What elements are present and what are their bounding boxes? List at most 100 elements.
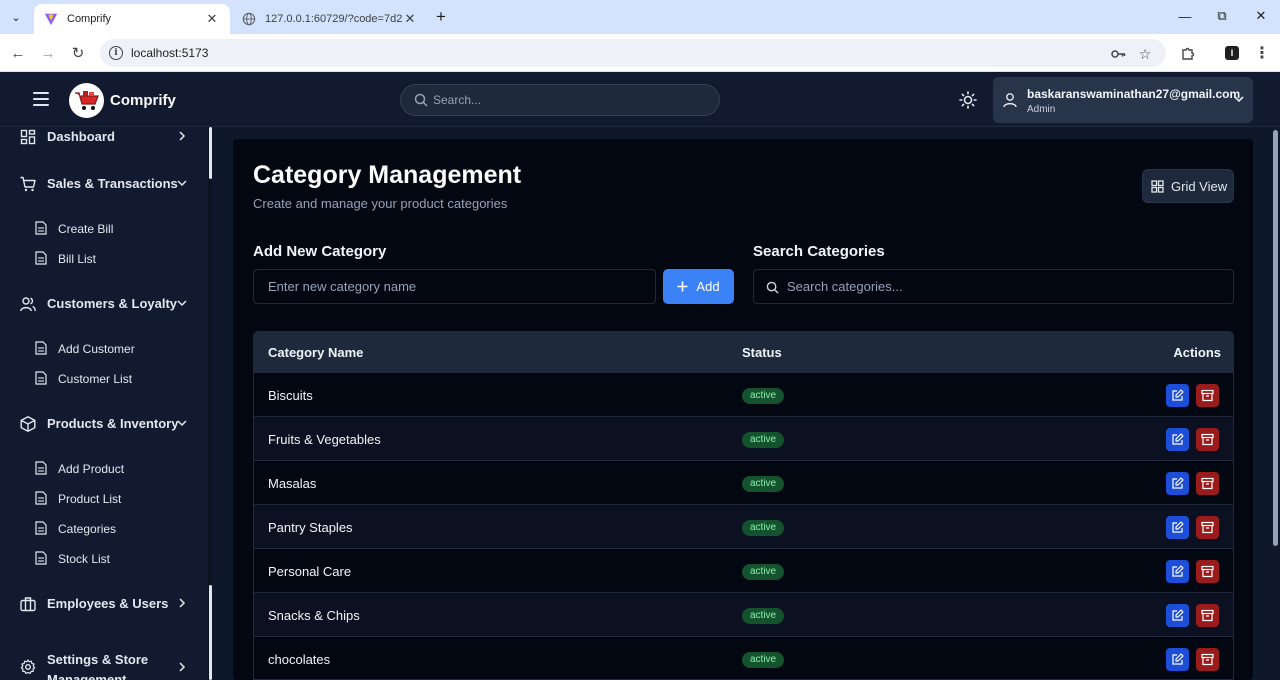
user-menu[interactable]: baskaranswaminathan27@gmail.com Admin [993,77,1253,123]
archive-button[interactable] [1196,472,1219,495]
menu-toggle-icon[interactable] [33,92,49,106]
edit-button[interactable] [1166,560,1189,583]
status-badge: active [742,432,785,448]
global-search[interactable] [400,84,720,116]
browser-tab-localhost-code[interactable]: 127.0.0.1:60729/?code=7d2514 ✕ [232,4,428,34]
add-button-label: Add [696,279,720,294]
edit-icon [1172,521,1184,533]
document-icon [35,341,47,355]
browser-menu-icon[interactable]: ⋮ [1252,43,1272,63]
status-badge: active [742,608,785,624]
sidebar-item-bill-list[interactable]: Bill List [0,248,210,270]
tab-title: Comprify [67,13,112,25]
tab-close-icon[interactable]: ✕ [204,11,220,27]
brand-name: Comprify [110,92,176,109]
sidebar-item-product-list[interactable]: Product List [0,488,210,510]
sidebar-item-add-customer[interactable]: Add Customer [0,338,210,360]
sidebar-item-categories[interactable]: Categories [0,518,210,540]
sidebar-group-customers[interactable]: Customers & Loyalty [0,291,210,317]
edit-button[interactable] [1166,604,1189,627]
dashboard-icon [20,129,36,145]
categories-table: Category Name Status Actions Biscuits act… [253,331,1234,680]
back-arrow-icon[interactable]: ← [7,42,29,64]
reload-icon[interactable]: ↻ [67,42,89,64]
sidebar-item-customer-list[interactable]: Customer List [0,368,210,390]
category-name: Masalas [268,476,317,491]
tab-title: 127.0.0.1:60729/?code=7d2514 [265,13,402,25]
user-avatar-icon [1003,93,1017,108]
sidebar-group-settings[interactable]: Settings & Store Management [0,647,210,680]
document-icon [35,221,47,235]
theme-toggle-sun-icon[interactable] [958,90,978,110]
archive-button[interactable] [1196,384,1219,407]
edit-button[interactable] [1166,516,1189,539]
sidebar-group-sales[interactable]: Sales & Transactions [0,171,210,197]
search-categories-input[interactable] [787,270,1227,303]
sidebar-group-label: Dashboard [47,129,115,144]
minimize-icon[interactable]: — [1170,6,1200,26]
browser-tab-comprify[interactable]: Comprify ✕ [34,4,230,34]
page-title: Category Management [253,161,522,189]
edit-icon [1172,433,1184,445]
sidebar-group-dashboard[interactable]: Dashboard [0,127,210,150]
table-row: Pantry Staples active [254,505,1233,549]
address-bar[interactable]: i localhost:5173 ☆ [100,39,1166,67]
sidebar-item-stock-list[interactable]: Stock List [0,548,210,570]
bookmark-star-icon[interactable]: ☆ [1137,46,1153,62]
forward-arrow-icon[interactable]: → [37,42,59,64]
extension-icon[interactable]: I [1222,43,1242,63]
archive-button[interactable] [1196,648,1219,671]
sidebar-group-label: Products & Inventory [47,416,179,431]
extensions-puzzle-icon[interactable] [1178,43,1198,63]
edit-icon [1172,609,1184,621]
user-email: baskaranswaminathan27@gmail.com [1027,87,1241,101]
table-row: Fruits & Vegetables active [254,417,1233,461]
edit-button[interactable] [1166,472,1189,495]
page-subtitle: Create and manage your product categorie… [253,196,508,211]
document-icon [35,521,47,535]
archive-button[interactable] [1196,516,1219,539]
sidebar-group-products[interactable]: Products & Inventory [0,411,210,437]
document-icon [35,251,47,265]
vite-favicon-icon [44,13,58,26]
close-window-icon[interactable]: ✕ [1246,6,1276,26]
sidebar-item-create-bill[interactable]: Create Bill [0,218,210,240]
archive-button[interactable] [1196,428,1219,451]
global-search-input[interactable] [433,85,703,115]
status-badge: active [742,388,785,404]
app-header: Comprify baskaranswaminathan27@gmail.com… [0,73,1280,127]
search-icon [414,93,428,107]
sidebar-item-label: Product List [58,492,122,506]
category-name: Pantry Staples [268,520,353,535]
archive-icon [1201,433,1214,446]
settings-label-line1: Settings & Store [47,652,149,667]
search-categories-box[interactable] [753,269,1234,304]
page-scrollbar-thumb[interactable] [1273,130,1278,546]
edit-button[interactable] [1166,384,1189,407]
restore-icon[interactable]: ⧉ [1207,6,1237,26]
site-info-icon[interactable]: i [109,46,123,60]
archive-icon [1201,521,1214,534]
archive-button[interactable] [1196,604,1219,627]
tab-close-icon[interactable]: ✕ [402,11,418,27]
column-header-name: Category Name [268,345,364,360]
password-key-icon[interactable] [1110,46,1126,62]
grid-view-button[interactable]: Grid View [1142,169,1234,203]
archive-button[interactable] [1196,560,1219,583]
edit-button[interactable] [1166,428,1189,451]
sidebar-item-label: Bill List [58,252,97,266]
new-category-input[interactable] [253,269,656,304]
chevron-down-icon [1234,96,1244,103]
chevron-right-icon [179,598,186,608]
add-category-label: Add New Category [253,243,387,260]
add-category-button[interactable]: Add [663,269,734,304]
edit-button[interactable] [1166,648,1189,671]
sidebar-group-employees[interactable]: Employees & Users [0,591,210,617]
tab-search-chevron-icon[interactable]: ⌄ [6,7,26,27]
edit-icon [1172,389,1184,401]
settings-label-line2: Management [47,672,127,680]
document-icon [35,371,47,385]
new-tab-button[interactable]: + [432,7,450,26]
sidebar-item-add-product[interactable]: Add Product [0,458,210,480]
table-header: Category Name Status Actions [254,332,1233,373]
